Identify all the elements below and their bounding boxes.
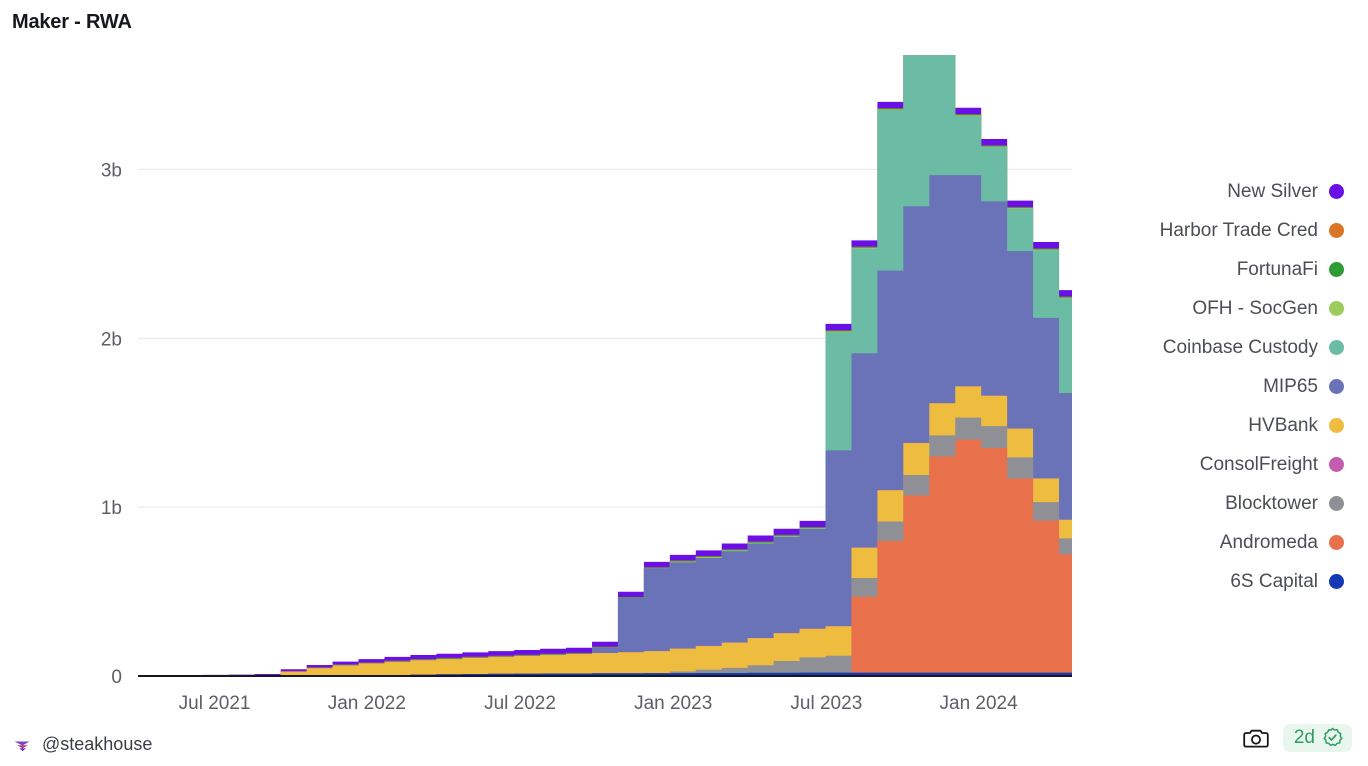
x-axis-tick-label: Jul 2022 [484,693,556,710]
legend-item-blocktower[interactable]: Blocktower [1225,484,1344,523]
legend-item-fortunafi[interactable]: FortunaFi [1237,250,1344,289]
legend-color-swatch-icon [1329,340,1344,355]
x-axis-tick-label: Jan 2023 [634,693,712,710]
y-axis-tick-label: 1b [101,498,122,519]
x-axis-tick-label: Jul 2023 [790,693,862,710]
y-axis-tick-labels: 0 1b 2b 3b [101,160,122,688]
legend-color-swatch-icon [1329,457,1344,472]
status-badge[interactable]: 2d [1282,724,1352,752]
legend-color-swatch-icon [1329,184,1344,199]
legend-color-swatch-icon [1329,418,1344,433]
steakhouse-logo-icon [12,735,32,755]
x-axis-tick-label: Jul 2021 [179,693,251,710]
legend-color-swatch-icon [1329,535,1344,550]
legend-item-andromeda[interactable]: Andromeda [1220,523,1344,562]
legend-item-harbor-trade-cred[interactable]: Harbor Trade Cred [1160,211,1344,250]
legend-item-ofh-socgen[interactable]: OFH - SocGen [1192,289,1344,328]
legend-item-consolfreight[interactable]: ConsolFreight [1200,445,1344,484]
legend-item-label: Blocktower [1225,493,1318,514]
legend-item-label: Harbor Trade Cred [1159,220,1318,241]
area-series-andromeda[interactable] [138,439,1072,676]
footer-handle-text: @steakhouse [42,734,153,754]
legend-item-new-silver[interactable]: New Silver [1227,172,1344,211]
legend-color-swatch-icon [1329,496,1344,511]
legend-item-label: Andromeda [1219,532,1318,553]
legend-color-swatch-icon [1329,379,1344,394]
legend-color-swatch-icon [1329,262,1344,277]
y-axis-tick-label: 2b [101,329,122,350]
footer-attribution: @steakhouse [12,734,152,755]
page-title: Maker - RWA [12,11,132,33]
legend-item-label: New Silver [1227,181,1318,202]
x-axis-tick-label: Jan 2022 [328,693,406,710]
legend-item-label: MIP65 [1263,376,1318,397]
legend-item-label: 6S Capital [1230,571,1318,592]
legend-color-swatch-icon [1329,301,1344,316]
legend-item-label: HVBank [1248,415,1318,436]
legend-item-label: Coinbase Custody [1162,337,1318,358]
area-series-group[interactable] [138,55,1072,677]
legend-item-label: FortunaFi [1236,259,1318,280]
x-axis-tick-label: Jan 2024 [940,693,1019,710]
freshness-text: 2d [1293,727,1315,748]
chart-legend[interactable]: New Silver Harbor Trade Cred FortunaFi OFH … [1160,172,1344,601]
legend-color-swatch-icon [1329,574,1344,589]
legend-item-hvbank[interactable]: HVBank [1248,406,1344,445]
y-axis-tick-label: 3b [101,160,122,181]
camera-icon[interactable] [1243,727,1269,749]
legend-item-6s-capital[interactable]: 6S Capital [1230,562,1344,601]
legend-item-label: ConsolFreight [1199,454,1318,475]
legend-item-label: OFH - SocGen [1192,298,1318,319]
y-axis-tick-label: 0 [111,667,122,688]
footer-actions[interactable]: 2d [1243,724,1352,752]
legend-item-mip65[interactable]: MIP65 [1263,367,1344,406]
legend-color-swatch-icon [1329,223,1344,238]
legend-item-coinbase-custody[interactable]: Coinbase Custody [1163,328,1344,367]
x-axis-tick-labels: Jul 2021 Jan 2022 Jul 2022 Jan 2023 Jul 2023… [179,693,1018,710]
verified-check-icon [1322,727,1343,748]
